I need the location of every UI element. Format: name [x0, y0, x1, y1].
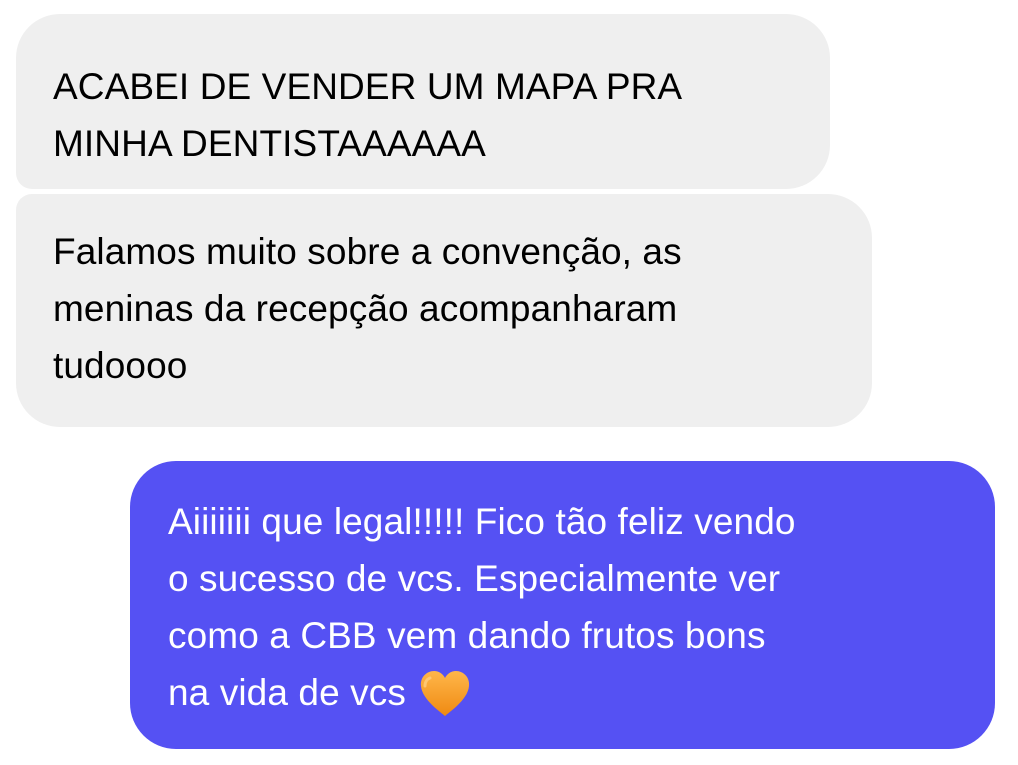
incoming-message-bubble[interactable]: Falamos muito sobre a convenção, as meni…	[16, 194, 872, 427]
orange-heart-icon-graphic	[420, 671, 470, 716]
message-text-line: Aiiiiiii que legal!!!!! Fico tão feliz v…	[168, 501, 796, 542]
message-last-line: na vida de vcs	[168, 664, 959, 721]
outgoing-message-bubble[interactable]: Aiiiiiii que legal!!!!! Fico tão feliz v…	[130, 461, 995, 749]
incoming-message-bubble[interactable]: ACABEI DE VENDER UM MAPA PRA MINHA DENTI…	[16, 14, 830, 189]
message-text-line: MINHA DENTISTAAAAAA	[53, 123, 486, 164]
message-text-line: o sucesso de vcs. Especialmente ver	[168, 558, 781, 599]
orange-heart-icon	[418, 669, 472, 719]
message-text-line: Falamos muito sobre a convenção, as	[53, 231, 682, 272]
chat-thread: ACABEI DE VENDER UM MAPA PRA MINHA DENTI…	[0, 0, 1018, 765]
message-text-line: na vida de vcs	[168, 672, 406, 713]
message-text-line: tudoooo	[53, 345, 188, 386]
message-text-line: ACABEI DE VENDER UM MAPA PRA	[53, 66, 683, 107]
message-text-line: como a CBB vem dando frutos bons	[168, 615, 766, 656]
message-text-line: meninas da recepção acompanharam	[53, 288, 678, 329]
